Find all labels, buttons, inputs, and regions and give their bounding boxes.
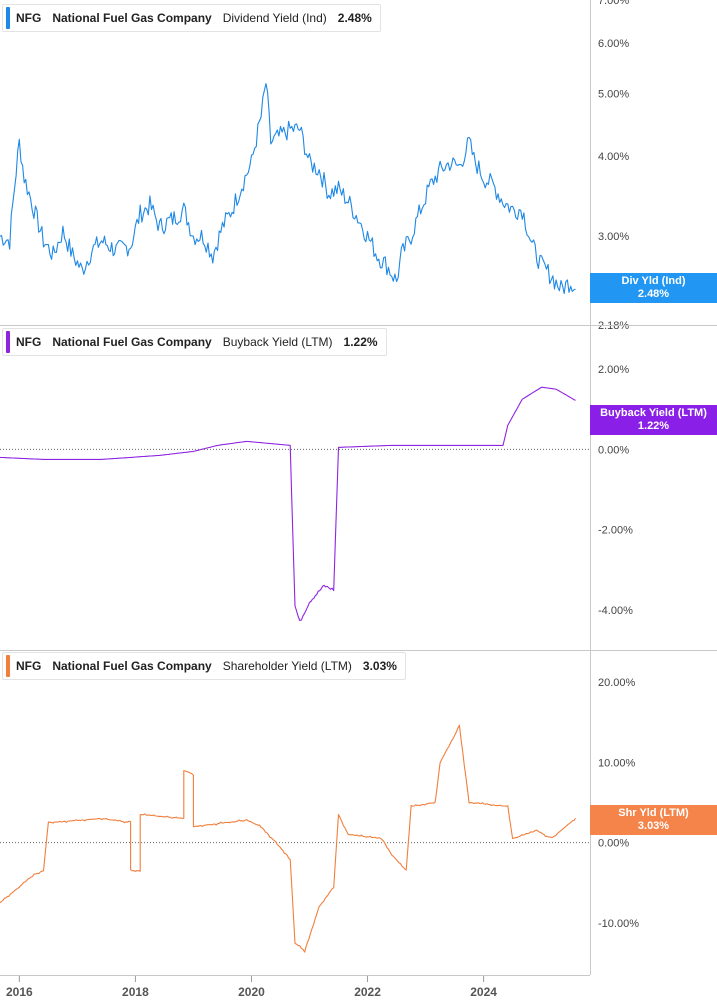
series-line-0 — [0, 83, 576, 295]
badge-value: 1.22% — [637, 420, 670, 432]
x-tick-label: 2018 — [122, 985, 149, 999]
y-tick-label: 20.00% — [598, 677, 636, 689]
x-tick-label: 2024 — [470, 985, 497, 999]
chart-area: 2.18%3.00%4.00%5.00%6.00%7.00%-4.00%-2.0… — [0, 0, 717, 999]
badge-value: 2.48% — [637, 288, 670, 300]
legend-metric: Shareholder Yield (LTM) — [222, 659, 352, 673]
legend-company: National Fuel Gas Company — [52, 659, 212, 673]
badge-label: Buyback Yield (LTM) — [600, 407, 707, 419]
badge-buyback-yield: Buyback Yield (LTM) 1.22% — [590, 405, 717, 435]
legend-swatch — [6, 331, 10, 353]
legend-ticker: NFG — [16, 11, 42, 25]
legend-company: National Fuel Gas Company — [52, 11, 212, 25]
y-tick-label: -4.00% — [598, 605, 633, 617]
legend-dividend-yield: NFG National Fuel Gas Company Dividend Y… — [2, 4, 381, 32]
y-tick-label: -10.00% — [598, 918, 639, 930]
y-tick-label: 2.00% — [598, 364, 629, 376]
badge-label: Shr Yld (LTM) — [618, 807, 689, 819]
badge-shareholder-yield: Shr Yld (LTM) 3.03% — [590, 805, 717, 835]
legend-ticker: NFG — [16, 335, 42, 349]
x-tick-label: 2020 — [238, 985, 265, 999]
y-tick-label: 7.00% — [598, 0, 629, 7]
y-tick-label: 0.00% — [598, 444, 629, 456]
y-tick-label: 5.00% — [598, 89, 629, 101]
legend-shareholder-yield: NFG National Fuel Gas Company Shareholde… — [2, 652, 406, 680]
legend-metric: Dividend Yield (Ind) — [222, 11, 327, 25]
y-tick-label: 10.00% — [598, 757, 636, 769]
series-line-1 — [0, 386, 576, 622]
y-tick-label: 3.00% — [598, 231, 629, 243]
legend-value: 3.03% — [362, 659, 397, 673]
y-tick-label: 0.00% — [598, 838, 629, 850]
series-line-2 — [0, 724, 576, 953]
x-tick-label: 2016 — [6, 985, 33, 999]
legend-buyback-yield: NFG National Fuel Gas Company Buyback Yi… — [2, 328, 387, 356]
badge-dividend-yield: Div Yld (Ind) 2.48% — [590, 273, 717, 303]
x-tick-label: 2022 — [354, 985, 381, 999]
badge-label: Div Yld (Ind) — [621, 275, 686, 287]
legend-metric: Buyback Yield (LTM) — [222, 335, 333, 349]
y-tick-label: 6.00% — [598, 38, 629, 50]
legend-swatch — [6, 655, 10, 677]
y-tick-label: -2.00% — [598, 525, 633, 537]
legend-ticker: NFG — [16, 659, 42, 673]
legend-value: 1.22% — [343, 335, 378, 349]
y-tick-label: 4.00% — [598, 151, 629, 163]
legend-company: National Fuel Gas Company — [52, 335, 212, 349]
legend-value: 2.48% — [337, 11, 372, 25]
badge-value: 3.03% — [637, 820, 670, 832]
legend-swatch — [6, 7, 10, 29]
